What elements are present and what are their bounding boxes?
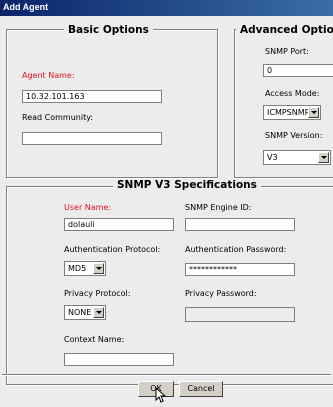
privacy-protocol-label: Privacy Protocol: xyxy=(64,289,131,298)
snmp-port-label: SNMP Port: xyxy=(265,47,309,56)
read-community-label: Read Community: xyxy=(22,113,94,122)
context-name-label: Context Name: xyxy=(64,335,125,344)
snmp-v3-legend: SNMP V3 Specifications xyxy=(113,179,261,191)
chevron-down-icon[interactable] xyxy=(93,263,104,274)
access-mode-value: ICMPSNMP xyxy=(267,108,310,117)
dialog-body: Basic Options Agent Name: 10.32.101.163 … xyxy=(0,16,333,407)
chevron-down-icon[interactable] xyxy=(93,307,104,318)
snmp-port-input[interactable]: 0 xyxy=(263,64,333,77)
agent-name-label: Agent Name: xyxy=(22,71,75,80)
advanced-options-legend: Advanced Options xyxy=(236,24,333,36)
auth-protocol-value: MD5 xyxy=(68,264,87,273)
privacy-password-label: Privacy Password: xyxy=(185,289,257,298)
chevron-down-icon[interactable] xyxy=(318,152,329,163)
access-mode-select[interactable]: ICMPSNMP xyxy=(263,105,321,120)
snmp-version-select[interactable]: V3 xyxy=(263,150,331,165)
auth-password-label: Authentication Password: xyxy=(185,245,287,254)
mouse-cursor-icon xyxy=(155,387,166,403)
user-name-input[interactable]: dolauli xyxy=(64,218,174,231)
snmp-version-value: V3 xyxy=(267,153,278,162)
snmp-version-label: SNMP Version: xyxy=(265,131,323,140)
button-bar-separator xyxy=(2,374,331,376)
auth-protocol-select[interactable]: MD5 xyxy=(64,261,106,276)
title-bar: Add Agent xyxy=(0,0,333,16)
engine-id-input[interactable] xyxy=(185,218,295,231)
window-title: Add Agent xyxy=(3,2,49,12)
add-agent-dialog: Add Agent Basic Options Agent Name: 10.3… xyxy=(0,0,333,407)
privacy-protocol-select[interactable]: NONE xyxy=(64,305,106,320)
basic-options-group xyxy=(6,29,218,178)
chevron-down-icon[interactable] xyxy=(308,107,319,118)
engine-id-label: SNMP Engine ID: xyxy=(185,203,252,212)
access-mode-label: Access Mode: xyxy=(265,89,320,98)
basic-options-legend: Basic Options xyxy=(64,24,153,36)
read-community-input[interactable] xyxy=(22,132,162,145)
privacy-protocol-value: NONE xyxy=(68,308,92,317)
context-name-input[interactable] xyxy=(64,353,174,366)
auth-password-input[interactable]: ************ xyxy=(185,263,295,276)
agent-name-input[interactable]: 10.32.101.163 xyxy=(22,90,162,103)
privacy-password-input[interactable] xyxy=(185,307,295,322)
auth-protocol-label: Authentication Protocol: xyxy=(64,245,161,254)
user-name-label: User Name: xyxy=(64,203,112,212)
cancel-button[interactable]: Cancel xyxy=(179,381,223,397)
